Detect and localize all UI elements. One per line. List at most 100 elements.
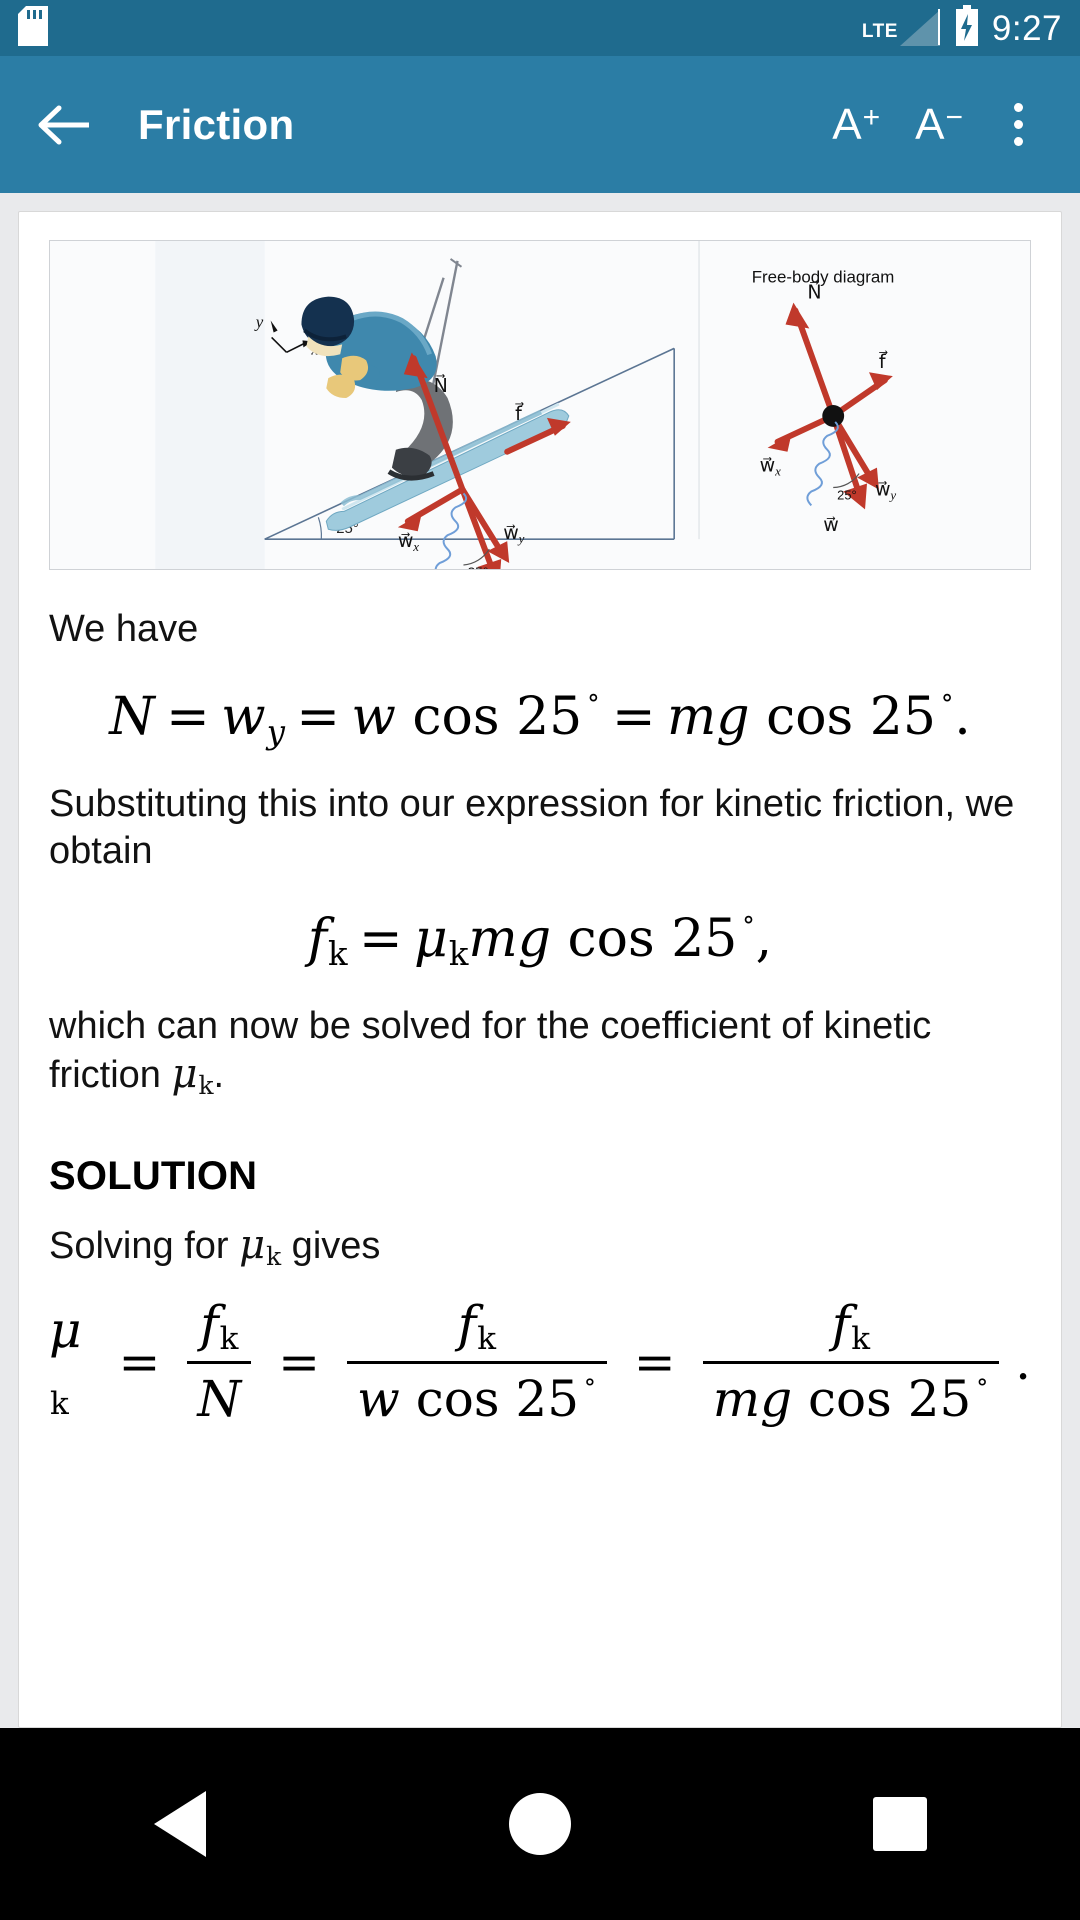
eq1-w: w — [221, 687, 266, 748]
eq3-num3-f: f — [831, 1294, 851, 1353]
status-bar-clock: 9:27 — [991, 8, 1062, 48]
eq1-period: . — [954, 687, 971, 748]
eq3-den-2: w cos 25 ˚ — [347, 1361, 607, 1428]
eq3-num1-f: f — [200, 1294, 219, 1353]
eq2-mu: μ — [414, 909, 448, 970]
p3-mu-symbol: μk — [171, 1051, 213, 1100]
p4-mu-symbol: μk — [239, 1222, 281, 1271]
eq3-equals-3: = — [633, 1332, 676, 1391]
nav-recents-square-icon — [873, 1797, 927, 1851]
eq3-den3-degree: ˚ — [975, 1377, 990, 1410]
svg-text:w⃗: w⃗ — [823, 515, 838, 536]
equation-normal-force: N = wy = w cos 25 ˚ = mg cos 25 ˚. — [49, 687, 1031, 751]
eq2-f-sub: k — [328, 935, 348, 974]
eq3-den2-cos: cos — [415, 1370, 500, 1429]
paragraph-solving-for: Solving for μk gives — [49, 1221, 1031, 1273]
p3-mu: μ — [171, 1051, 198, 1098]
p3-mu-sub: k — [198, 1071, 214, 1101]
eq1-cos2: cos — [766, 687, 854, 748]
more-vertical-icon-dot3 — [1013, 137, 1023, 146]
eq2-f: f — [307, 909, 328, 970]
content-scroll-area[interactable]: 25° y x — [0, 193, 1080, 1728]
back-button[interactable] — [30, 90, 100, 160]
p4-mu-sub: k — [266, 1242, 282, 1272]
paragraph-we-have: We have — [49, 608, 199, 650]
eq3-lhs: μk — [49, 1301, 91, 1422]
sd-card-icon — [18, 5, 48, 51]
eq1-N: N — [109, 687, 155, 748]
eq2-equals: = — [359, 909, 403, 970]
more-vertical-icon — [1013, 103, 1023, 112]
p4-text-a: Solving for — [49, 1225, 240, 1268]
nav-home-circle-icon — [509, 1793, 571, 1855]
nav-recents-button[interactable] — [825, 1774, 975, 1874]
status-bar: LTE 9:27 — [0, 0, 1080, 56]
signal-bars-icon: LTE — [862, 8, 942, 48]
status-bar-left — [18, 5, 48, 51]
battery-charging-icon — [954, 4, 980, 52]
eq3-fraction-3: fk mg cos 25 ˚ — [702, 1294, 1000, 1429]
p3-text-b: . — [213, 1054, 225, 1097]
eq3-den-3: mg cos 25 ˚ — [702, 1361, 1000, 1429]
eq3-mu-sub: k — [50, 1385, 69, 1422]
status-bar-right: LTE 9:27 — [862, 4, 1062, 52]
eq2-cos: cos — [567, 909, 655, 970]
p4-text-b: gives — [281, 1225, 381, 1268]
physics-figure[interactable]: 25° y x — [49, 240, 1031, 570]
equation-mu-k-solution: μk = fk N = fk w cos 25 ˚ = fk mg cos 25 ˚… — [49, 1295, 1031, 1429]
eq3-den3-g: g — [760, 1370, 793, 1429]
eq2-comma: , — [755, 909, 773, 970]
nav-back-triangle-icon — [154, 1791, 206, 1857]
more-vertical-icon-dot2 — [1013, 120, 1023, 129]
decrease-font-letter: A — [915, 99, 945, 149]
eq3-num2-f: f — [457, 1294, 477, 1353]
overflow-menu-button[interactable] — [986, 85, 1050, 165]
svg-text:N⃗: N⃗ — [434, 374, 448, 397]
eq1-equals-2: = — [296, 687, 340, 748]
eq1-equals-1: = — [166, 687, 210, 748]
decrease-font-size-button[interactable]: A − — [897, 100, 980, 150]
eq3-den2-angle: 25 — [515, 1370, 580, 1429]
eq1-w2: w — [351, 687, 396, 748]
skier-incline-diagram: 25° y x — [147, 241, 933, 569]
network-type-label: LTE — [861, 21, 898, 42]
eq3-num-1: fk — [190, 1295, 248, 1362]
svg-text:y: y — [254, 312, 264, 331]
eq3-mu: μ — [49, 1301, 82, 1360]
eq3-num1-sub: k — [219, 1321, 239, 1358]
paragraph-which-can-be-solved: which can now be solved for the coeffici… — [49, 1003, 1031, 1102]
eq3-equals-2: = — [278, 1332, 321, 1391]
eq2-degree: ˚ — [741, 914, 756, 949]
eq3-den3-cos: cos — [808, 1370, 892, 1429]
eq2-g: g — [517, 909, 551, 970]
increase-font-sign: + — [862, 100, 881, 134]
eq2-mu-sub: k — [448, 935, 469, 974]
eq2-m: m — [468, 909, 518, 970]
svg-text:N⃗: N⃗ — [807, 280, 821, 303]
increase-font-letter: A — [832, 99, 862, 149]
eq3-num-2: fk — [448, 1295, 506, 1362]
eq1-degree2: ˚ — [939, 692, 955, 727]
p4-mu: μ — [239, 1222, 266, 1269]
eq3-fraction-2: fk w cos 25 ˚ — [347, 1295, 607, 1428]
eq3-den2-w: w — [357, 1370, 400, 1429]
eq1-m: m — [666, 687, 717, 748]
eq1-angle: 25 — [516, 687, 583, 748]
app-bar: Friction A + A − — [0, 56, 1080, 193]
nav-back-button[interactable] — [105, 1774, 255, 1874]
eq3-den2-degree: ˚ — [583, 1377, 597, 1410]
increase-font-size-button[interactable]: A + — [814, 100, 897, 150]
nav-home-button[interactable] — [465, 1774, 615, 1874]
eq1-w-sub: y — [266, 713, 285, 752]
phone-screen: LTE 9:27 Friction A + A − 25° y N⃗ f⃗ w⃗… — [0, 0, 1080, 1920]
eq1-cos: cos — [412, 687, 500, 748]
eq3-den3-angle: 25 — [907, 1370, 972, 1429]
page-title: Friction — [138, 100, 295, 148]
equation-kinetic-friction: fk = μkmg cos 25 ˚, — [49, 909, 1031, 973]
weight-angle-label: 25° — [467, 564, 488, 569]
eq3-period: . — [1015, 1332, 1031, 1391]
eq1-angle2: 25 — [869, 687, 936, 748]
eq1-equals-3: = — [611, 687, 656, 748]
free-body-diagram-caption: Free-body diagram — [752, 268, 895, 287]
eq3-equals-1: = — [118, 1332, 161, 1391]
